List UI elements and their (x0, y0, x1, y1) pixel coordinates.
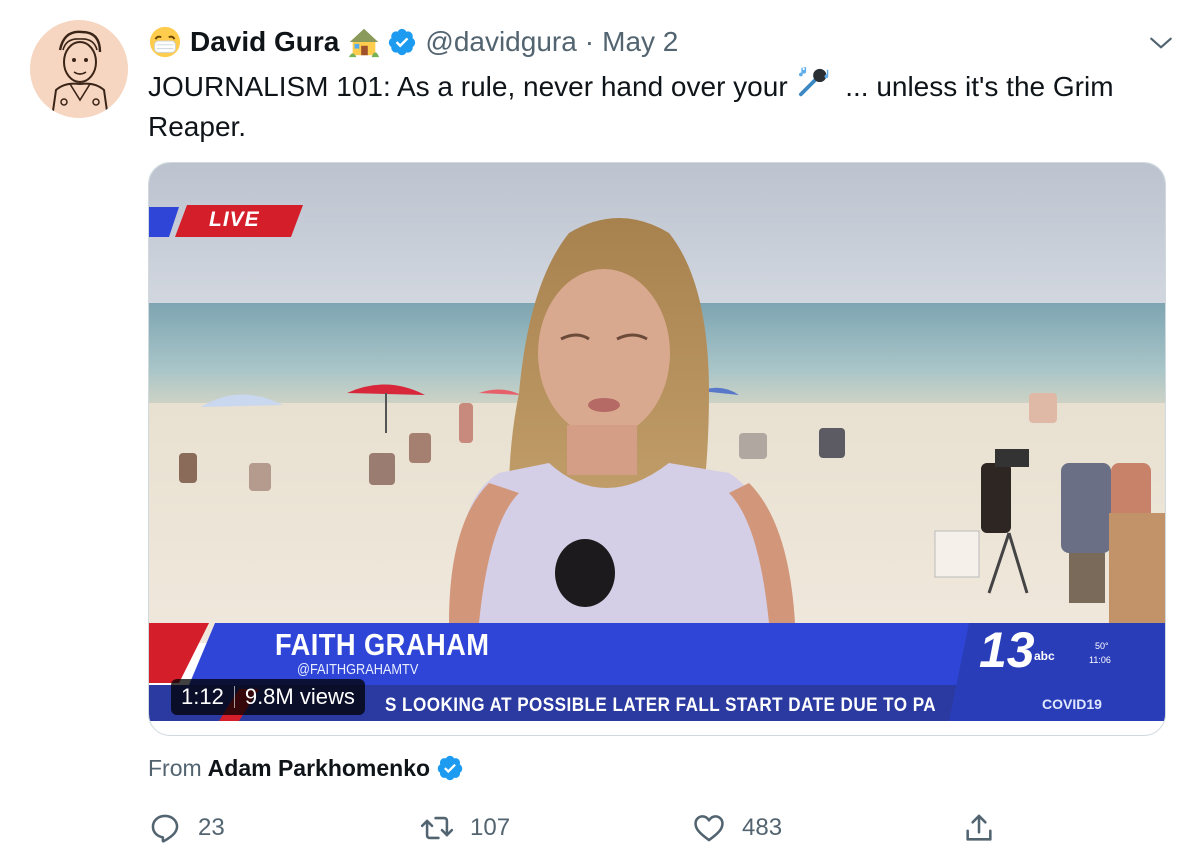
reporter-name: FAITH GRAHAM (275, 627, 490, 662)
tweet-text-before: JOURNALISM 101: As a rule, never hand ov… (148, 71, 788, 102)
retweet-icon (420, 816, 454, 840)
author-avatar[interactable] (30, 20, 128, 118)
badge-divider (233, 686, 235, 708)
news-ticker: S LOOKING AT POSSIBLE LATER FALL START D… (385, 695, 937, 716)
retweet-button[interactable]: 107 (420, 806, 510, 850)
like-count: 483 (742, 814, 783, 841)
tweet-header: David Gura @davidgura · May 2 (148, 24, 678, 60)
share-button[interactable] (962, 806, 996, 850)
mask-face-icon (149, 26, 181, 58)
tweet-text: JOURNALISM 101: As a rule, never hand ov… (148, 66, 1158, 147)
author-handle[interactable]: @davidgura (425, 26, 576, 58)
reply-icon (151, 814, 179, 843)
microphone-icon (799, 66, 829, 97)
video-player[interactable]: LIVE FAITH GRAHAM @FAITHGRAHAMTV S LOOKI… (148, 162, 1166, 736)
house-icon (349, 28, 380, 58)
channel-number: 13 (979, 622, 1035, 678)
avatar-illustration (30, 20, 128, 118)
verified-badge-icon (437, 755, 463, 781)
attribution-prefix: From (148, 754, 202, 781)
reporter-handle: @FAITHGRAHAMTV (297, 661, 419, 678)
chevron-down-icon[interactable] (1148, 30, 1174, 56)
reply-count: 23 (198, 814, 225, 841)
retweet-count: 107 (470, 814, 511, 841)
live-label: LIVE (209, 208, 260, 231)
author-name[interactable]: David Gura (190, 26, 339, 58)
broadcast-clock: 11:06 (1089, 655, 1111, 665)
share-icon (966, 814, 992, 841)
ticker-tag: COVID19 (1042, 696, 1102, 712)
separator-dot: · (584, 26, 595, 57)
tweet-date[interactable]: May 2 (602, 26, 678, 58)
video-views: 9.8M views (244, 684, 355, 709)
channel-network: abc (1034, 649, 1055, 663)
video-duration: 1:12 (181, 684, 224, 709)
video-attribution: From Adam Parkhomenko (148, 754, 464, 782)
verified-badge-icon (389, 28, 416, 56)
tweet-actions: 23 107 483 (148, 806, 1008, 850)
heart-icon (694, 815, 724, 842)
like-button[interactable]: 483 (692, 806, 782, 850)
reply-button[interactable]: 23 (148, 806, 225, 850)
temperature: 50° (1095, 641, 1109, 651)
attribution-name[interactable]: Adam Parkhomenko (208, 755, 430, 782)
video-info-badge: 1:12 9.8M views (171, 679, 365, 715)
